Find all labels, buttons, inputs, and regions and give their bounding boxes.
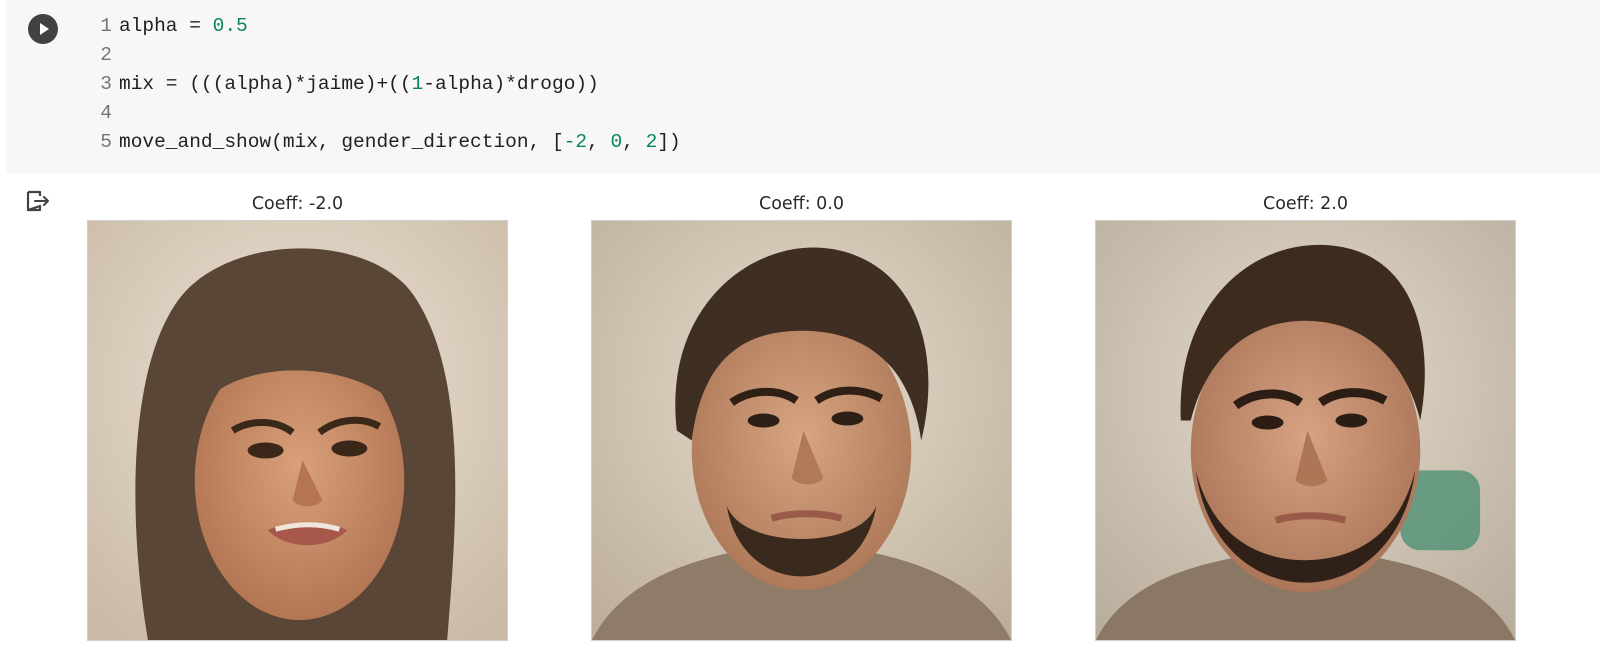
panel-title: Coeff: -2.0 (251, 194, 344, 214)
code-line: 5 move_and_show(mix, gender_direction, [-… (90, 128, 681, 157)
code-text[interactable]: move_and_show(mix, gender_direction, [-2… (119, 128, 681, 157)
output-redirect-icon (26, 190, 52, 212)
code-editor[interactable]: 1 alpha = 0.5 2 3 mix = (((alpha)*jaime)+((1… (6, 0, 1600, 174)
panel-title: Coeff: 0.0 (758, 194, 845, 214)
play-icon (40, 23, 49, 35)
figure-panel-coeff-neg2: Coeff: -2.0 (87, 192, 508, 641)
figure-panel-coeff-0: Coeff: 0.0 (591, 192, 1012, 641)
code-text[interactable]: alpha = 0.5 (119, 12, 248, 41)
code-token: move_and_show(mix, gender_direction, [ (119, 131, 564, 153)
number-literal: 2 (645, 131, 658, 153)
code-line: 2 (90, 41, 681, 70)
line-number: 4 (100, 102, 112, 124)
panel-title: Coeff: 2.0 (1262, 194, 1349, 214)
code-token: mix = (((alpha)*jaime)+(( (119, 73, 412, 95)
code-token: , (622, 131, 646, 153)
number-literal: 1 (411, 73, 424, 95)
line-number: 3 (100, 73, 112, 95)
number-literal: 0 (610, 131, 623, 153)
face-feminine-image (87, 220, 508, 641)
code-token: ]) (657, 131, 681, 153)
face-masculine-image (1095, 220, 1516, 641)
code-text[interactable]: mix = (((alpha)*jaime)+((1-alpha)*drogo)… (119, 70, 599, 99)
line-number: 5 (100, 131, 112, 153)
line-number: 2 (100, 44, 112, 66)
code-line: 4 (90, 99, 681, 128)
code-lines: 1 alpha = 0.5 2 3 mix = (((alpha)*jaime)+((1… (90, 12, 681, 157)
code-token: , (587, 131, 611, 153)
code-token: -alpha)*drogo)) (423, 73, 599, 95)
number-literal: 0.5 (212, 15, 248, 37)
face-neutral-image (591, 220, 1012, 641)
number-literal: -2 (563, 131, 588, 153)
code-token: alpha = (119, 15, 213, 37)
run-cell-button[interactable] (28, 14, 58, 44)
line-number: 1 (100, 15, 112, 37)
code-line: 1 alpha = 0.5 (90, 12, 681, 41)
code-line: 3 mix = (((alpha)*jaime)+((1-alpha)*drogo… (90, 70, 681, 99)
notebook-cell: 1 alpha = 0.5 2 3 mix = (((alpha)*jaime)+((1… (0, 0, 1600, 661)
figure-panel-coeff-2: Coeff: 2.0 (1095, 192, 1516, 641)
